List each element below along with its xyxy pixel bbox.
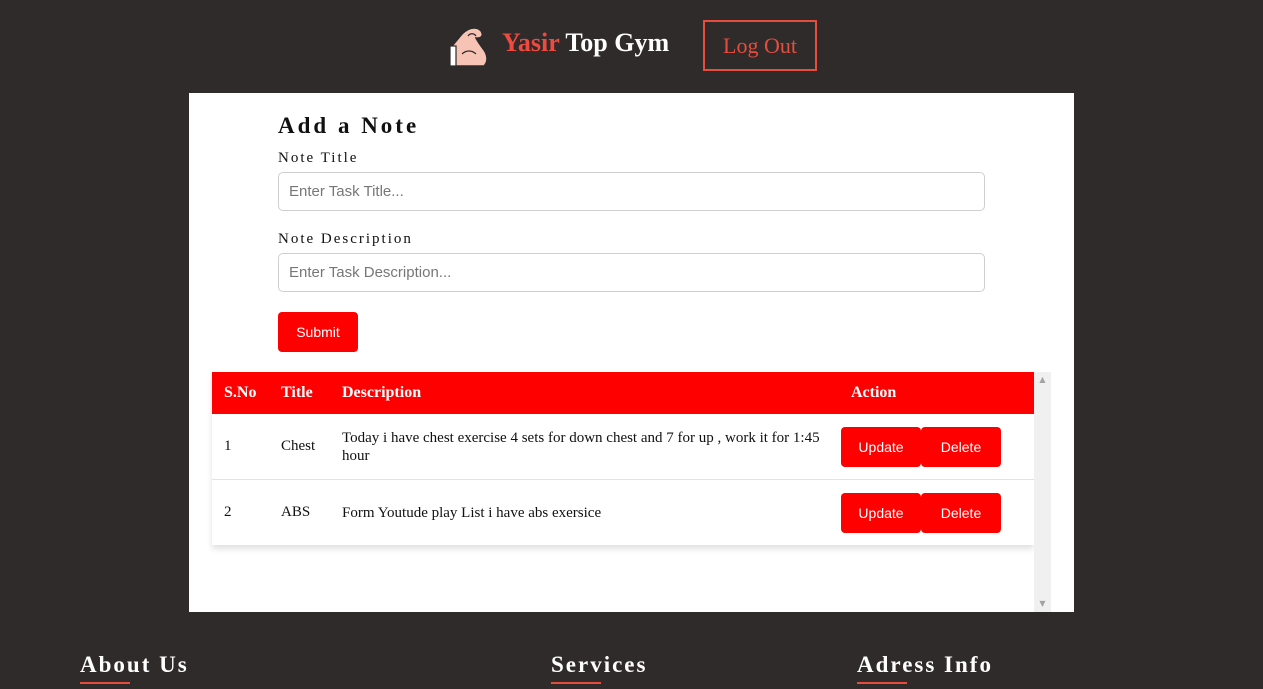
cell-description: Form Youtude play List i have abs exersi… [342,504,602,521]
note-title-label: Note Title [278,150,359,166]
table-row: 1 Chest Today i have chest exercise 4 se… [212,414,1034,480]
submit-button[interactable]: Submit [278,312,358,352]
cell-sno: 2 [224,504,232,520]
cell-sno: 1 [212,414,269,480]
flexed-arm-icon [449,27,488,67]
delete-button[interactable]: Delete [921,492,1001,533]
scroll-up-icon[interactable]: ▲ [1034,374,1051,386]
heading-underline [857,682,907,684]
cell-action: Update Delete [839,414,1034,480]
footer-about-text: About Us [80,652,189,677]
heading-underline [551,682,601,684]
delete-button[interactable]: Delete [921,426,1001,467]
cell-action: Update Delete [839,480,1034,546]
footer-address-text: Adress Info [857,652,993,677]
site-header: Yasir Top Gym Log Out [0,0,1263,93]
logout-button[interactable]: Log Out [703,20,817,71]
update-button[interactable]: Update [841,426,921,467]
brand-accent: Yasir [502,28,560,57]
note-description-input[interactable] [278,253,985,292]
brand-title[interactable]: Yasir Top Gym [502,28,669,58]
form-title: Add a Note [278,113,420,138]
note-description-label: Note Description [278,231,413,247]
table-scrollbar[interactable]: ▲ ▼ [1034,372,1051,612]
scroll-down-icon[interactable]: ▼ [1034,598,1051,610]
notes-table: S.No Title Description Action 1 Chest To… [212,372,1034,545]
update-button[interactable]: Update [841,492,921,533]
table-row: 2 ABS Form Youtude play List i have abs … [212,480,1034,546]
column-header-description: Description [330,372,839,414]
heading-underline [80,682,130,684]
column-header-action: Action [839,372,1034,414]
notes-table-container: S.No Title Description Action 1 Chest To… [212,372,1034,612]
cell-title: ABS [281,504,311,520]
notes-panel: Add a Note Note Title Note Description S… [189,93,1074,612]
note-title-input[interactable] [278,172,985,211]
cell-title: Chest [269,414,330,480]
cell-description: Today i have chest exercise 4 sets for d… [330,414,839,480]
column-header-sno: S.No [212,372,269,414]
footer-services-heading: Services [551,652,648,684]
footer-about-heading: About Us [80,652,189,684]
footer-address-heading: Adress Info [857,652,993,684]
table-header-row: S.No Title Description Action [212,372,1034,414]
column-header-title: Title [269,372,330,414]
brand-name: Top Gym [565,28,670,57]
footer-services-text: Services [551,652,648,677]
